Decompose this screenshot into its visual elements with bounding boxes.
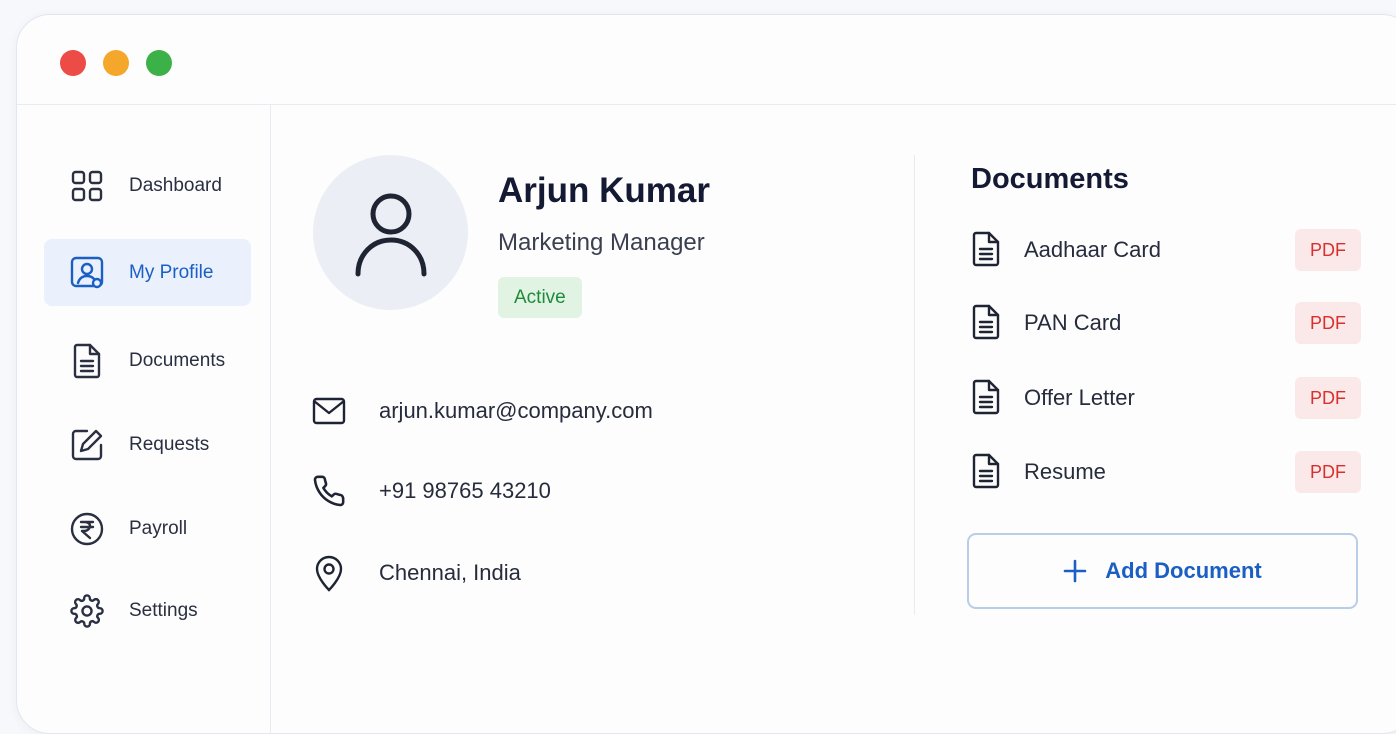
user-icon: [355, 193, 426, 276]
document-name: Offer Letter: [1024, 385, 1135, 410]
minimize-window-button[interactable]: [103, 50, 129, 76]
document-icon: [972, 231, 1000, 267]
location-pin-icon: [309, 553, 349, 593]
document-icon: [972, 379, 1000, 415]
plus-icon: [1063, 559, 1087, 583]
sidebar-item-label: Settings: [129, 599, 198, 621]
close-window-button[interactable]: [60, 50, 86, 76]
sidebar: Dashboard My Profile Documents Requests …: [17, 105, 271, 733]
profile-card-icon: [70, 256, 104, 290]
location-value: Chennai, India: [379, 560, 521, 585]
profile-name: Arjun Kumar: [498, 171, 710, 210]
gear-icon: [70, 593, 104, 628]
sidebar-item-payroll[interactable]: Payroll: [44, 495, 251, 562]
sidebar-item-label: My Profile: [129, 261, 214, 283]
phone-value: +91 98765 43210: [379, 478, 551, 503]
avatar: [313, 155, 468, 310]
pdf-badge[interactable]: PDF: [1295, 377, 1361, 419]
app-window: Dashboard My Profile Documents Requests …: [16, 14, 1396, 734]
maximize-window-button[interactable]: [146, 50, 172, 76]
sidebar-item-label: Requests: [129, 433, 210, 455]
document-name: Aadhaar Card: [1024, 237, 1161, 262]
title-bar: [17, 15, 1396, 105]
document-icon: [70, 343, 104, 378]
documents-panel: Documents Aadhaar Card PDF PAN Card PDF: [915, 105, 1396, 733]
sidebar-item-label: Dashboard: [129, 174, 222, 196]
phone-icon: [309, 471, 349, 511]
contact-location: Chennai, India: [309, 553, 521, 593]
sidebar-item-label: Payroll: [129, 517, 188, 539]
document-icon: [972, 453, 1000, 489]
add-document-label: Add Document: [1105, 558, 1262, 583]
edit-icon: [70, 428, 104, 462]
pdf-badge[interactable]: PDF: [1295, 302, 1361, 344]
document-row[interactable]: Offer Letter PDF: [971, 377, 1361, 419]
sidebar-item-settings[interactable]: Settings: [44, 577, 251, 644]
documents-title: Documents: [971, 163, 1129, 195]
add-document-button[interactable]: Add Document: [967, 533, 1358, 609]
document-row[interactable]: Aadhaar Card PDF: [971, 229, 1361, 271]
document-icon: [972, 304, 1000, 340]
pdf-badge[interactable]: PDF: [1295, 229, 1361, 271]
contact-email: arjun.kumar@company.com: [309, 391, 653, 431]
contact-phone: +91 98765 43210: [309, 471, 551, 511]
rupee-icon: [70, 512, 104, 546]
mail-icon: [309, 391, 349, 431]
profile-role: Marketing Manager: [498, 229, 705, 256]
profile-panel: Arjun Kumar Marketing Manager Active arj…: [271, 105, 914, 733]
email-value: arjun.kumar@company.com: [379, 398, 653, 423]
document-name: PAN Card: [1024, 310, 1122, 335]
document-row[interactable]: Resume PDF: [971, 451, 1361, 493]
document-name: Resume: [1024, 459, 1106, 484]
sidebar-item-requests[interactable]: Requests: [44, 411, 251, 478]
status-badge: Active: [498, 277, 582, 318]
sidebar-item-label: Documents: [129, 349, 226, 371]
pdf-badge[interactable]: PDF: [1295, 451, 1361, 493]
sidebar-item-my-profile[interactable]: My Profile: [44, 239, 251, 306]
sidebar-item-documents[interactable]: Documents: [44, 327, 251, 394]
sidebar-item-dashboard[interactable]: Dashboard: [44, 152, 251, 219]
document-row[interactable]: PAN Card PDF: [971, 302, 1361, 344]
grid-icon: [70, 169, 104, 203]
